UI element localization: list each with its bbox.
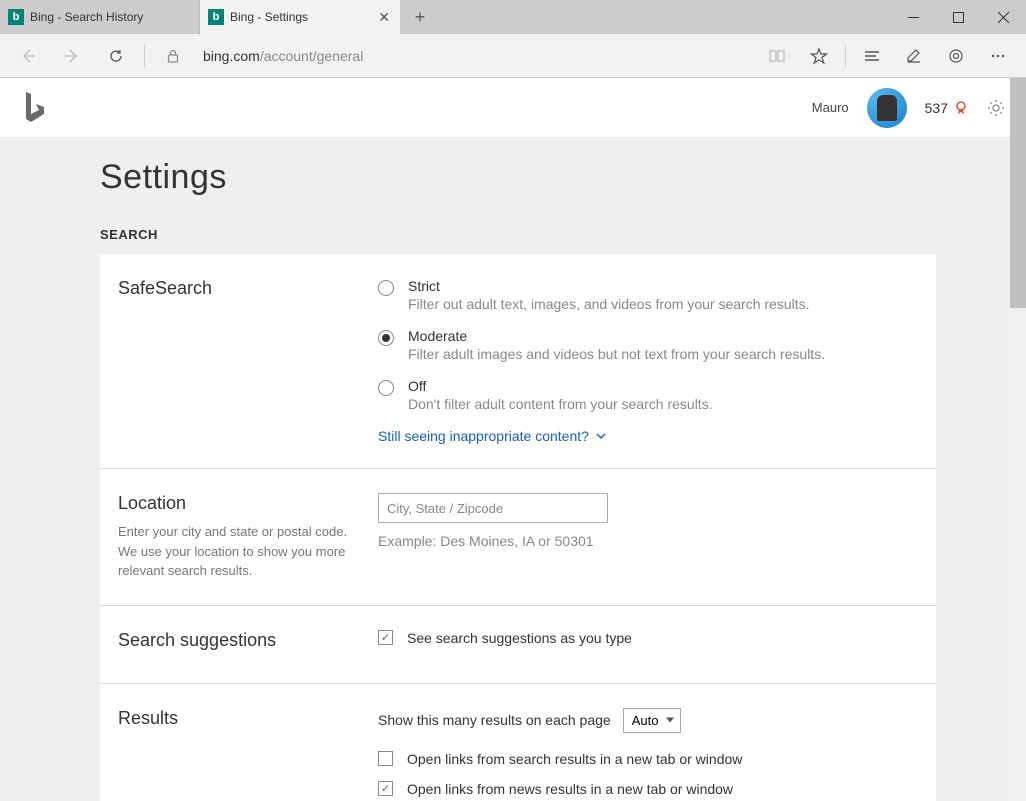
chevron-down-icon [595, 430, 607, 442]
section-safesearch: SafeSearch Strict Filter out adult text,… [100, 254, 936, 469]
suggestions-label: See search suggestions as you type [407, 630, 632, 646]
radio-moderate-desc: Filter adult images and videos but not t… [408, 346, 825, 362]
radio-strict[interactable] [378, 280, 394, 296]
results-newtab-news-label: Open links from news results in a new ta… [407, 781, 733, 797]
close-window-button[interactable] [981, 0, 1026, 34]
location-desc: Enter your city and state or postal code… [118, 522, 358, 581]
rewards-points[interactable]: 537 [925, 100, 968, 116]
address-bar[interactable]: bing.com/account/general [197, 48, 753, 64]
suggestions-heading: Search suggestions [118, 630, 358, 651]
radio-moderate-label: Moderate [408, 328, 825, 344]
tab-settings[interactable]: b Bing - Settings ✕ [200, 0, 400, 34]
forward-button[interactable] [52, 36, 92, 76]
lock-icon[interactable] [153, 36, 193, 76]
radio-off-desc: Don't filter adult content from your sea… [408, 396, 713, 412]
tab-label: Bing - Settings [230, 10, 308, 24]
back-button[interactable] [8, 36, 48, 76]
settings-card: SafeSearch Strict Filter out adult text,… [100, 254, 936, 801]
section-label-search: SEARCH [100, 227, 936, 242]
bing-logo[interactable] [20, 90, 48, 126]
window-titlebar: b Bing - Search History b Bing - Setting… [0, 0, 1026, 34]
radio-moderate[interactable] [378, 330, 394, 346]
bing-favicon: b [208, 9, 224, 25]
tab-label: Bing - Search History [30, 10, 143, 24]
section-results: Results Show this many results on each p… [100, 684, 936, 801]
more-icon[interactable] [978, 36, 1018, 76]
safesearch-help-link[interactable]: Still seeing inappropriate content? [378, 428, 918, 444]
url-path: /account/general [260, 48, 364, 64]
browser-toolbar: bing.com/account/general [0, 34, 1026, 78]
scrollbar-thumb[interactable] [1010, 78, 1026, 308]
suggestions-checkbox[interactable] [378, 630, 393, 645]
safesearch-heading: SafeSearch [118, 278, 358, 299]
maximize-button[interactable] [936, 0, 981, 34]
username-label[interactable]: Mauro [812, 100, 849, 115]
webnote-icon[interactable] [894, 36, 934, 76]
location-heading: Location [118, 493, 358, 514]
radio-off-label: Off [408, 378, 713, 394]
location-input[interactable] [378, 493, 608, 523]
avatar[interactable] [867, 88, 907, 128]
results-per-page-label: Show this many results on each page [378, 712, 611, 728]
results-newtab-news-checkbox[interactable] [378, 781, 393, 796]
results-per-page-select[interactable]: Auto [623, 708, 682, 733]
refresh-button[interactable] [96, 36, 136, 76]
page-header: Mauro 537 [0, 78, 1026, 138]
results-newtab-search-checkbox[interactable] [378, 751, 393, 766]
radio-strict-desc: Filter out adult text, images, and video… [408, 296, 810, 312]
tab-history[interactable]: b Bing - Search History [0, 0, 200, 34]
share-icon[interactable] [936, 36, 976, 76]
bing-favicon: b [8, 9, 24, 25]
results-heading: Results [118, 708, 358, 729]
close-tab-icon[interactable]: ✕ [378, 9, 390, 26]
hub-icon[interactable] [852, 36, 892, 76]
reading-view-icon[interactable] [757, 36, 797, 76]
favorite-icon[interactable] [799, 36, 839, 76]
radio-strict-label: Strict [408, 278, 810, 294]
settings-gear-icon[interactable] [986, 98, 1006, 118]
results-newtab-search-label: Open links from search results in a new … [407, 751, 742, 767]
location-example: Example: Des Moines, IA or 50301 [378, 533, 918, 549]
url-host: bing.com [203, 48, 260, 64]
minimize-button[interactable] [891, 0, 936, 34]
medal-icon [954, 101, 968, 115]
radio-off[interactable] [378, 380, 394, 396]
section-suggestions: Search suggestions See search suggestion… [100, 606, 936, 684]
page-title: Settings [100, 158, 936, 197]
section-location: Location Enter your city and state or po… [100, 469, 936, 606]
new-tab-button[interactable]: + [400, 0, 440, 34]
